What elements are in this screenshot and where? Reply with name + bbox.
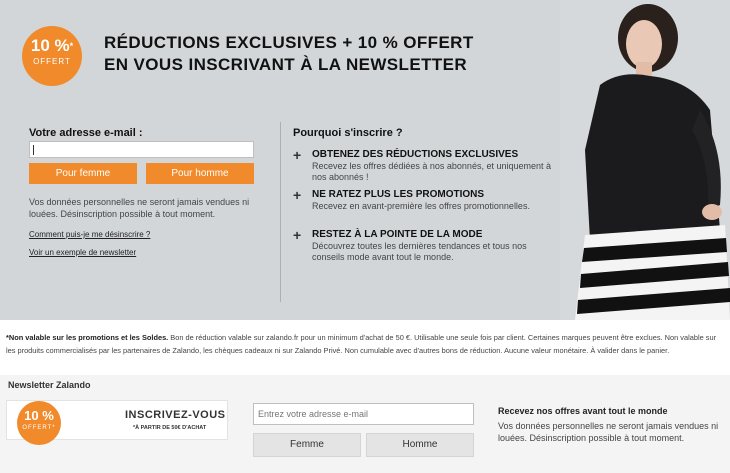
plus-icon: +	[293, 227, 302, 243]
minimum-purchase-note: *À PARTIR DE 50€ D'ACHAT	[133, 425, 207, 431]
subscribe-women-button[interactable]: Pour femme	[29, 163, 137, 184]
benefit-text: Découvrez toutes les dernières tendances…	[312, 241, 527, 262]
footer-offers-title: Recevez nos offres avant tout le monde	[498, 406, 668, 416]
benefit-text: Recevez en avant-première les offres pro…	[312, 201, 530, 211]
headline: RÉDUCTIONS EXCLUSIVES + 10 % OFFERT EN V…	[104, 32, 474, 76]
badge-asterisk: *	[69, 41, 74, 51]
footer-discount-badge: 10 % OFFERT*	[17, 401, 61, 445]
footer-promo-box: 10 % OFFERT* INSCRIVEZ-VOUS *À PARTIR DE…	[6, 400, 228, 445]
vertical-divider	[280, 122, 281, 302]
subscribe-men-button[interactable]: Pour homme	[146, 163, 254, 184]
plus-icon: +	[293, 187, 302, 203]
badge-label: OFFERT	[33, 57, 71, 66]
benefit-text: Recevez les offres dédiées à nos abonnés…	[312, 161, 551, 182]
email-label: Votre adresse e-mail :	[29, 127, 143, 139]
newsletter-example-link[interactable]: Voir un exemple de newsletter	[29, 248, 136, 257]
footer-title: Newsletter Zalando	[8, 380, 91, 390]
footer-women-button[interactable]: Femme	[253, 433, 361, 457]
footer-privacy-text: Vos données personnelles ne seront jamai…	[498, 421, 719, 443]
why-subscribe-title: Pourquoi s'inscrire ?	[293, 127, 403, 139]
subscribe-heading: INSCRIVEZ-VOUS	[125, 409, 226, 421]
benefit-title: NE RATEZ PLUS LES PROMOTIONS	[312, 189, 485, 200]
privacy-notice: Vos données personnelles ne seront jamai…	[29, 197, 250, 219]
badge-percent: 10 %	[30, 36, 70, 55]
newsletter-footer: Newsletter Zalando 10 % OFFERT* INSCRIVE…	[0, 375, 730, 473]
legal-disclaimer: *Non valable sur les promotions et les S…	[6, 331, 724, 357]
footer-email-input[interactable]	[253, 403, 474, 425]
benefit-title: RESTEZ À LA POINTE DE LA MODE	[312, 229, 483, 240]
footer-badge-percent: 10 %	[24, 408, 54, 423]
headline-line-2: EN VOUS INSCRIVANT À LA NEWSLETTER	[104, 55, 468, 74]
newsletter-hero: 10 %* OFFERT RÉDUCTIONS EXCLUSIVES + 10 …	[0, 0, 730, 320]
email-input[interactable]	[29, 141, 254, 158]
disclaimer-bold: *Non valable sur les promotions et les S…	[6, 333, 169, 342]
discount-badge: 10 %* OFFERT	[22, 26, 82, 86]
unsubscribe-link[interactable]: Comment puis-je me désinscrire ?	[29, 230, 150, 239]
footer-men-button[interactable]: Homme	[366, 433, 474, 457]
model-photo	[560, 0, 730, 320]
benefit-title: OBTENEZ DES RÉDUCTIONS EXCLUSIVES	[312, 149, 519, 160]
headline-line-1: RÉDUCTIONS EXCLUSIVES + 10 % OFFERT	[104, 33, 474, 52]
footer-badge-label: OFFERT*	[22, 425, 56, 431]
text-caret	[33, 145, 34, 155]
plus-icon: +	[293, 147, 302, 163]
